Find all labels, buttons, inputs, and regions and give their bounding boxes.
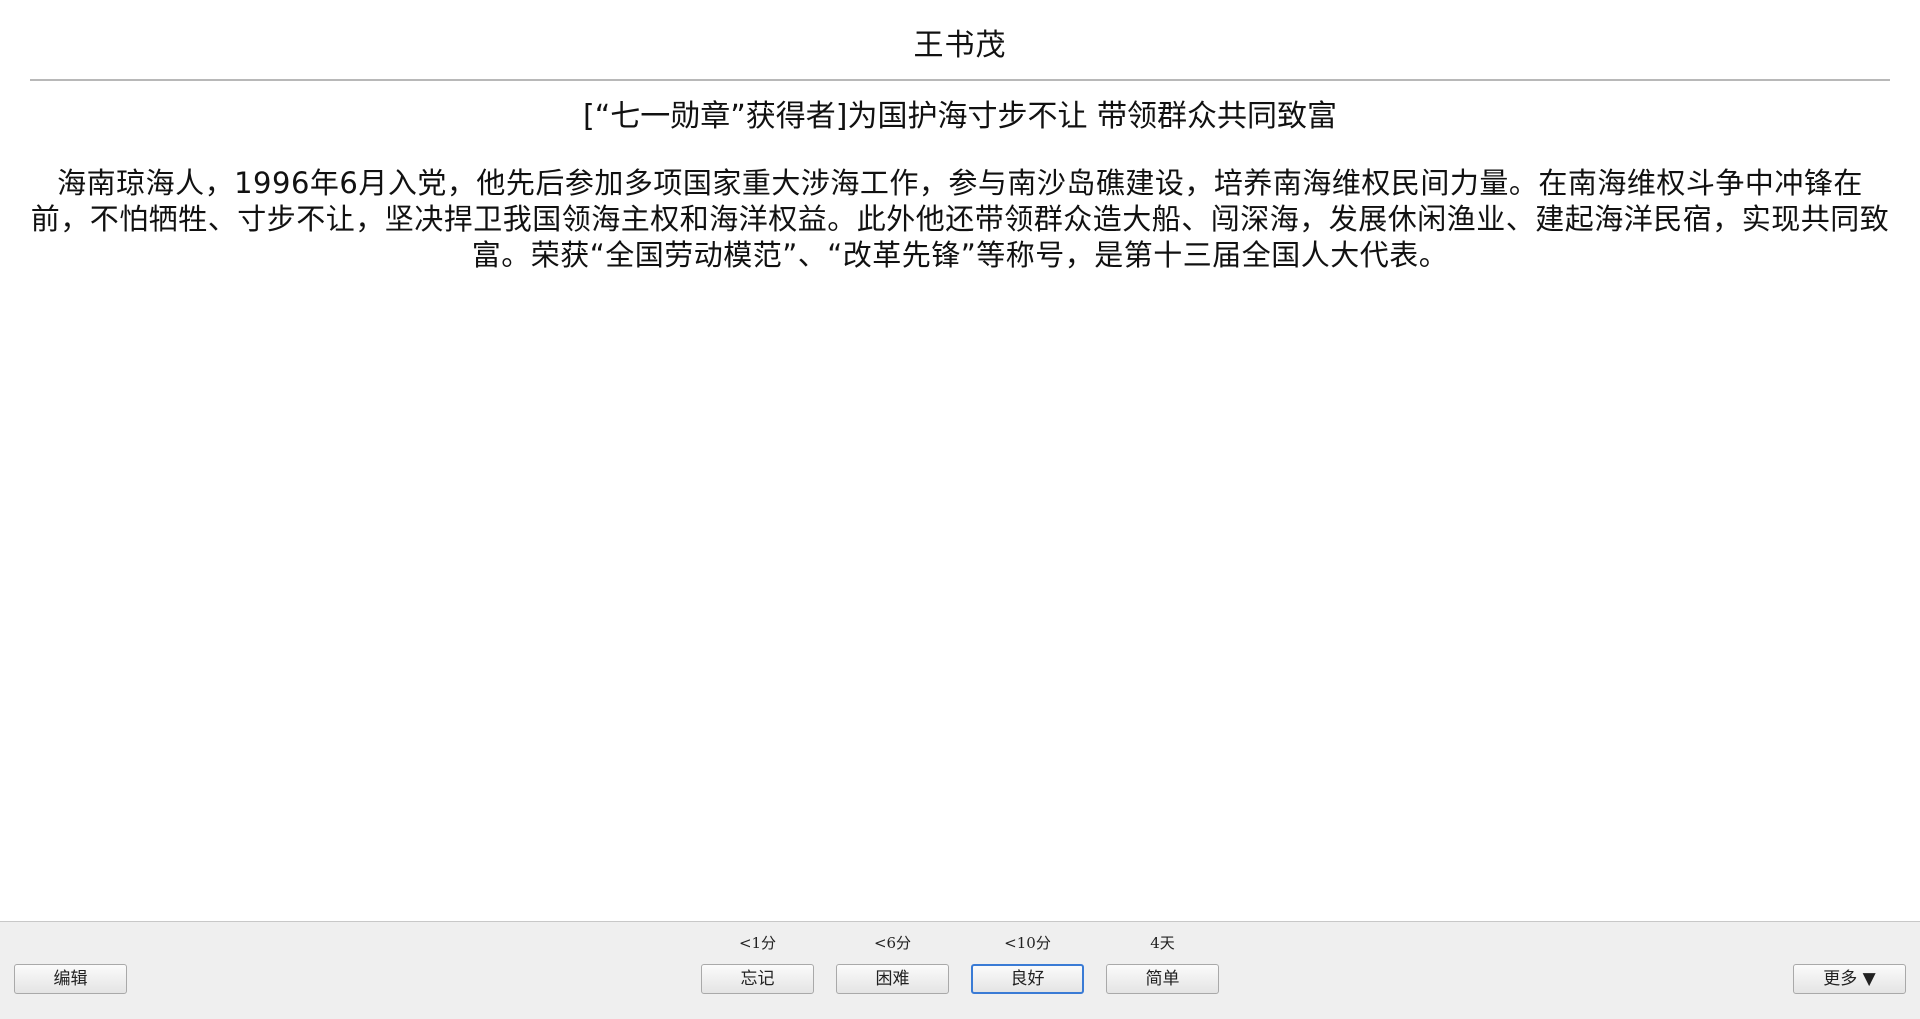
card-area: 王书茂 [“七一勋章”获得者]为国护海寸步不让 带领群众共同致富 海南琼海人，1… <box>0 0 1920 921</box>
again-button[interactable]: 忘记 <box>701 964 814 994</box>
card-front-title: 王书茂 <box>913 28 1007 63</box>
good-interval: <10分 <box>1004 934 1051 952</box>
again-interval: <1分 <box>738 934 777 952</box>
card-body-text: 海南琼海人，1996年6月入党，他先后参加多项国家重大涉海工作，参与南沙岛礁建设… <box>30 166 1890 272</box>
review-bottom-bar: 编辑 <1分 忘记 <6分 困难 <10分 良好 4天 简单 更多 ▼ <box>0 921 1920 1019</box>
card-subtitle: [“七一勋章”获得者]为国护海寸步不让 带领群众共同致富 <box>582 99 1338 134</box>
good-button[interactable]: 良好 <box>971 964 1084 994</box>
edit-button[interactable]: 编辑 <box>14 964 127 994</box>
hard-button[interactable]: 困难 <box>836 964 949 994</box>
more-button[interactable]: 更多 ▼ <box>1793 964 1906 994</box>
hard-interval: <6分 <box>873 934 912 952</box>
easy-interval: 4天 <box>1150 934 1175 952</box>
easy-button[interactable]: 简单 <box>1106 964 1219 994</box>
answer-divider <box>30 79 1890 81</box>
